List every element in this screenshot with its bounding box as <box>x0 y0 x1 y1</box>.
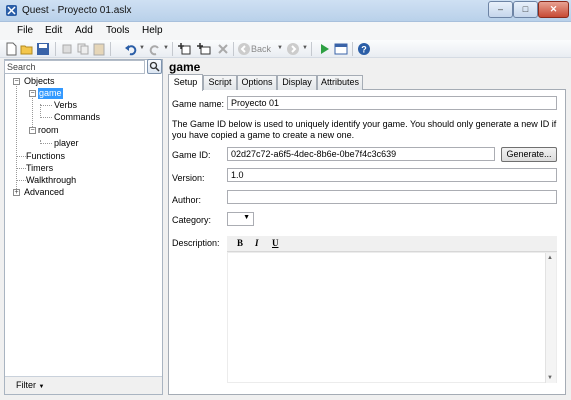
search-input[interactable]: Search <box>4 60 145 74</box>
game-id-input[interactable]: 02d27c72-a6f5-4dec-8b6e-0be7f4c3c639 <box>227 147 495 161</box>
copy-icon <box>77 43 89 55</box>
tab-script[interactable]: Script <box>203 75 237 90</box>
menu-edit[interactable]: Edit <box>45 25 62 36</box>
tree-item-functions[interactable]: Functions <box>26 151 65 162</box>
tree-item-commands[interactable]: Commands <box>54 112 100 123</box>
menu-help[interactable]: Help <box>142 25 163 36</box>
author-input[interactable] <box>227 190 557 204</box>
expand-game-toggle[interactable]: − <box>29 90 36 97</box>
window-title: Quest - Proyecto 01.aslx <box>22 5 132 16</box>
tree-item-timers[interactable]: Timers <box>26 163 53 174</box>
category-label: Category: <box>172 215 212 225</box>
category-select[interactable]: ▼ <box>227 212 254 226</box>
menu-add[interactable]: Add <box>75 25 93 36</box>
description-label: Description: <box>172 238 220 248</box>
generate-button[interactable]: Generate... <box>501 147 557 162</box>
game-name-input[interactable]: Proyecto 01 <box>227 96 557 110</box>
back-button-label: Back <box>251 44 272 54</box>
filter-dropdown[interactable]: Filter ▼ <box>16 380 44 390</box>
description-scrollbar[interactable]: ▲ ▼ <box>545 253 556 383</box>
author-label: Author: <box>172 195 202 205</box>
game-id-label: Game ID: <box>172 150 211 160</box>
maximize-button[interactable]: □ <box>513 1 538 18</box>
chevron-down-icon: ▼ <box>243 214 250 221</box>
tree-item-advanced[interactable]: Advanced <box>24 187 64 198</box>
search-icon <box>149 61 160 72</box>
tree-item-objects[interactable]: Objects <box>24 76 55 87</box>
tree-item-player[interactable]: player <box>54 138 79 149</box>
filter-label: Filter <box>16 380 36 390</box>
search-button[interactable] <box>147 59 162 74</box>
chevron-down-icon: ▼ <box>38 384 45 390</box>
tree-item-game[interactable]: game <box>38 88 63 99</box>
open-folder-icon[interactable] <box>20 42 34 56</box>
italic-button[interactable]: I <box>255 238 259 248</box>
undo-icon[interactable] <box>124 42 138 56</box>
back-icon <box>238 43 250 55</box>
svg-text:?: ? <box>361 45 367 55</box>
scroll-up-icon[interactable]: ▲ <box>547 255 553 261</box>
game-id-info-text: The Game ID below is used to uniquely id… <box>172 119 557 140</box>
toolbar: ▼ ▼ Back ▼ ▼ ? <box>0 40 571 58</box>
version-label: Version: <box>172 173 205 183</box>
help-icon[interactable]: ? <box>357 42 371 56</box>
paste-icon <box>93 43 105 56</box>
filter-bar: Filter ▼ <box>5 376 162 394</box>
quest-app-icon <box>6 5 17 16</box>
close-button[interactable]: ✕ <box>538 1 569 18</box>
menu-bar: File Edit Add Tools Help <box>0 22 571 40</box>
delete-icon <box>218 44 228 54</box>
new-file-icon[interactable] <box>4 42 18 56</box>
add-room-icon[interactable] <box>178 42 192 56</box>
title-bar: Quest - Proyecto 01.aslx – □ ✕ <box>0 0 571 22</box>
expand-advanced-toggle[interactable]: + <box>13 189 20 196</box>
add-item-icon[interactable] <box>197 42 211 56</box>
scroll-down-icon[interactable]: ▼ <box>547 375 553 381</box>
tab-display[interactable]: Display <box>277 75 317 90</box>
menu-file[interactable]: File <box>17 25 33 36</box>
description-editor[interactable] <box>227 252 557 383</box>
add-object-icon <box>62 44 72 54</box>
object-tree: − Objects − game Verbs Commands − room p… <box>4 76 162 372</box>
forward-icon <box>287 43 299 55</box>
game-name-label: Game name: <box>172 99 225 109</box>
save-icon[interactable] <box>36 42 50 56</box>
minimize-button[interactable]: – <box>488 1 513 18</box>
redo-icon <box>149 45 159 56</box>
tree-item-room[interactable]: room <box>38 125 59 136</box>
expand-objects-toggle[interactable]: − <box>13 78 20 85</box>
version-input[interactable]: 1.0 <box>227 168 557 182</box>
play-icon[interactable] <box>317 42 331 56</box>
description-format-toolbar: B I U <box>227 236 557 252</box>
underline-button[interactable]: U <box>272 238 279 248</box>
bold-button[interactable]: B <box>237 238 243 248</box>
code-view-icon[interactable] <box>334 42 348 56</box>
menu-tools[interactable]: Tools <box>106 25 129 36</box>
tab-options[interactable]: Options <box>237 75 277 90</box>
expand-room-toggle[interactable]: − <box>29 127 36 134</box>
tab-attributes[interactable]: Attributes <box>317 75 363 90</box>
tab-setup[interactable]: Setup <box>168 74 203 91</box>
tree-item-verbs[interactable]: Verbs <box>54 100 77 111</box>
page-title: game <box>169 60 201 74</box>
tree-item-walkthrough[interactable]: Walkthrough <box>26 175 76 186</box>
